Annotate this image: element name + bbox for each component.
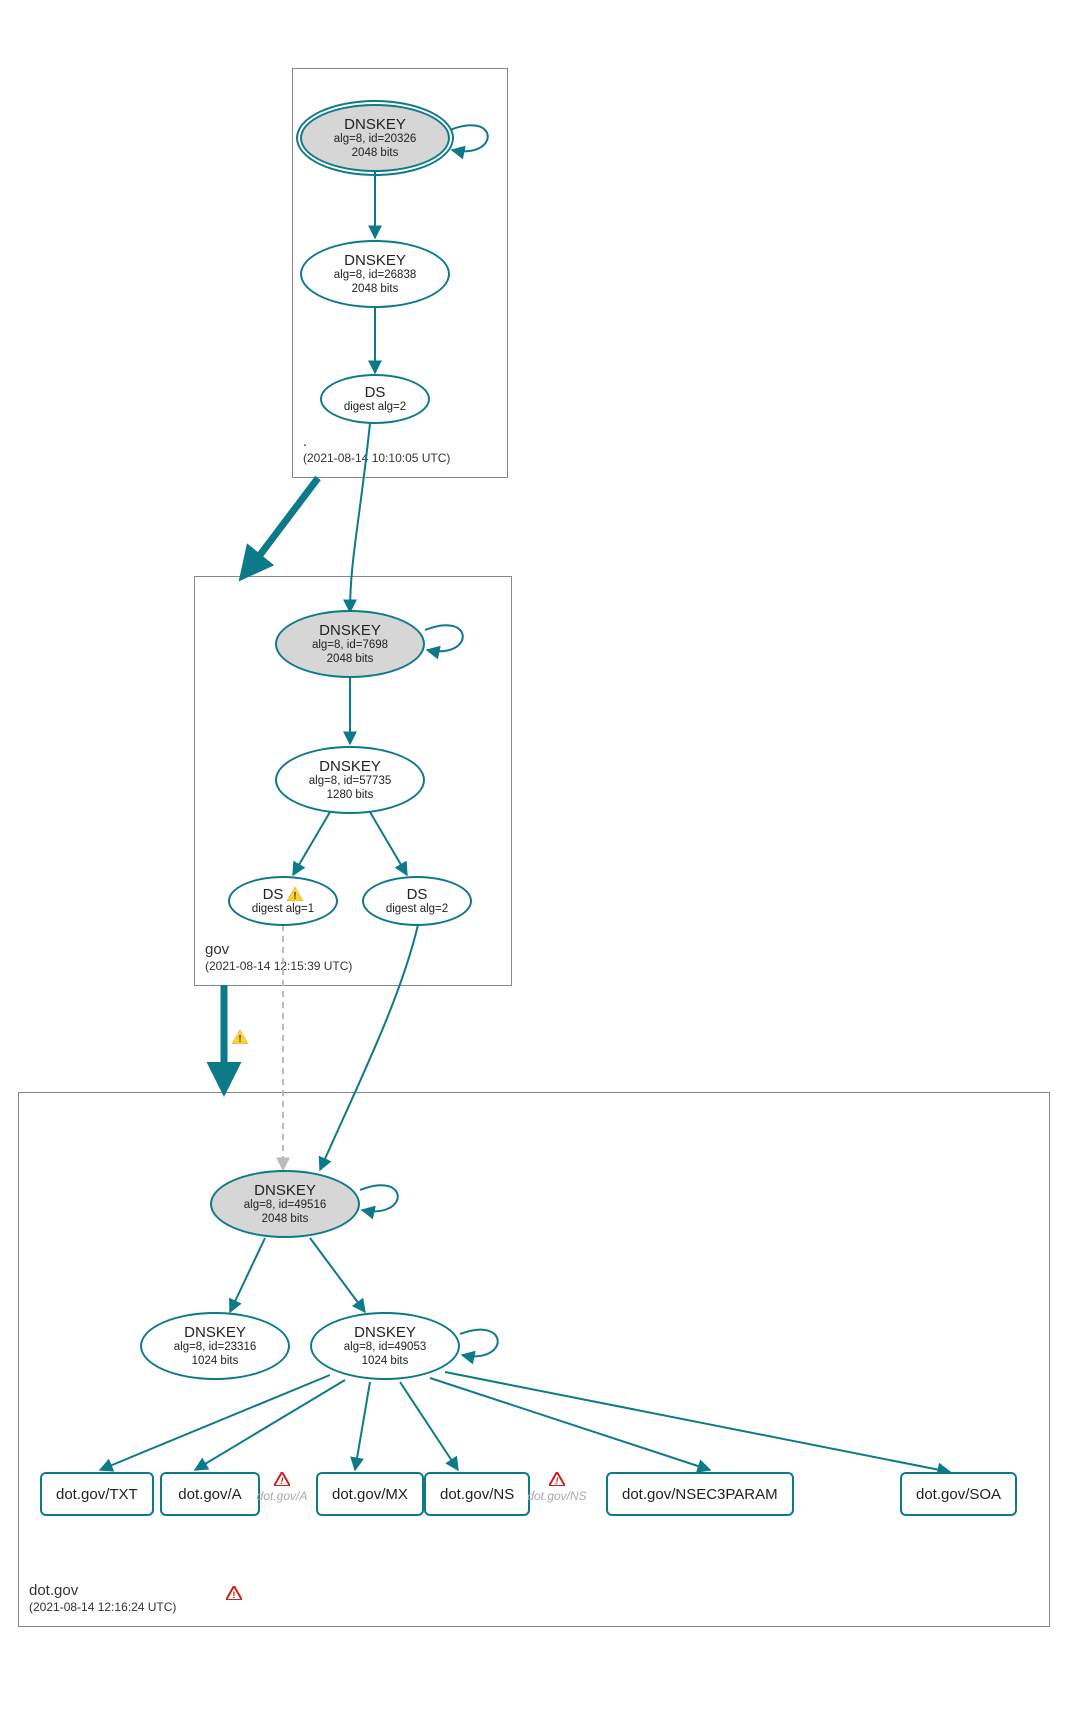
root-zsk[interactable]: DNSKEY alg=8, id=26838 2048 bits bbox=[300, 240, 450, 308]
rr-dotgov-ns[interactable]: dot.gov/NS bbox=[424, 1472, 530, 1516]
svg-text:!: ! bbox=[280, 1476, 283, 1486]
rr-dotgov-a-error[interactable]: ! dot.gov/A bbox=[252, 1472, 312, 1503]
rr-dotgov-ns-error[interactable]: ! dot.gov/NS bbox=[522, 1472, 592, 1503]
rr-dotgov-a[interactable]: dot.gov/A bbox=[160, 1472, 260, 1516]
rr-dotgov-nsec3param[interactable]: dot.gov/NSEC3PARAM bbox=[606, 1472, 794, 1516]
zone-root-name: . bbox=[303, 432, 450, 452]
zone-root-ts: (2021-08-14 10:10:05 UTC) bbox=[303, 451, 450, 467]
error-icon: ! bbox=[549, 1472, 565, 1486]
error-icon: ! bbox=[274, 1472, 290, 1486]
warning-icon: ! bbox=[287, 887, 303, 901]
root-ds[interactable]: DS digest alg=2 bbox=[320, 374, 430, 424]
zone-gov-name: gov bbox=[205, 940, 352, 960]
error-icon: ! bbox=[226, 1586, 242, 1600]
dotgov-zsk2[interactable]: DNSKEY alg=8, id=49053 1024 bits bbox=[310, 1312, 460, 1380]
zone-dotgov-ts: (2021-08-14 12:16:24 UTC) bbox=[29, 1600, 176, 1616]
rr-dotgov-txt[interactable]: dot.gov/TXT bbox=[40, 1472, 154, 1516]
svg-text:!: ! bbox=[555, 1476, 558, 1486]
svg-text:!: ! bbox=[233, 1590, 236, 1600]
rr-dotgov-soa[interactable]: dot.gov/SOA bbox=[900, 1472, 1017, 1516]
svg-text:!: ! bbox=[238, 1034, 241, 1044]
zone-gov-ts: (2021-08-14 12:15:39 UTC) bbox=[205, 959, 352, 975]
delegation-warning-icon: ! bbox=[232, 1030, 248, 1049]
gov-zsk[interactable]: DNSKEY alg=8, id=57735 1280 bits bbox=[275, 746, 425, 814]
dotgov-ksk[interactable]: DNSKEY alg=8, id=49516 2048 bits bbox=[210, 1170, 360, 1238]
zone-dotgov-name: dot.gov bbox=[29, 1581, 176, 1601]
zone-root-label: . (2021-08-14 10:10:05 UTC) bbox=[303, 432, 450, 467]
zone-gov-label: gov (2021-08-14 12:15:39 UTC) bbox=[205, 940, 352, 975]
dotgov-zsk1[interactable]: DNSKEY alg=8, id=23316 1024 bits bbox=[140, 1312, 290, 1380]
svg-text:!: ! bbox=[294, 891, 297, 901]
gov-ksk[interactable]: DNSKEY alg=8, id=7698 2048 bits bbox=[275, 610, 425, 678]
rr-dotgov-mx[interactable]: dot.gov/MX bbox=[316, 1472, 424, 1516]
gov-ds1[interactable]: DS ! digest alg=1 bbox=[228, 876, 338, 926]
zone-dotgov-label: dot.gov (2021-08-14 12:16:24 UTC) ! bbox=[29, 1581, 242, 1616]
root-ksk[interactable]: DNSKEY alg=8, id=20326 2048 bits bbox=[300, 104, 450, 172]
gov-ds2[interactable]: DS digest alg=2 bbox=[362, 876, 472, 926]
